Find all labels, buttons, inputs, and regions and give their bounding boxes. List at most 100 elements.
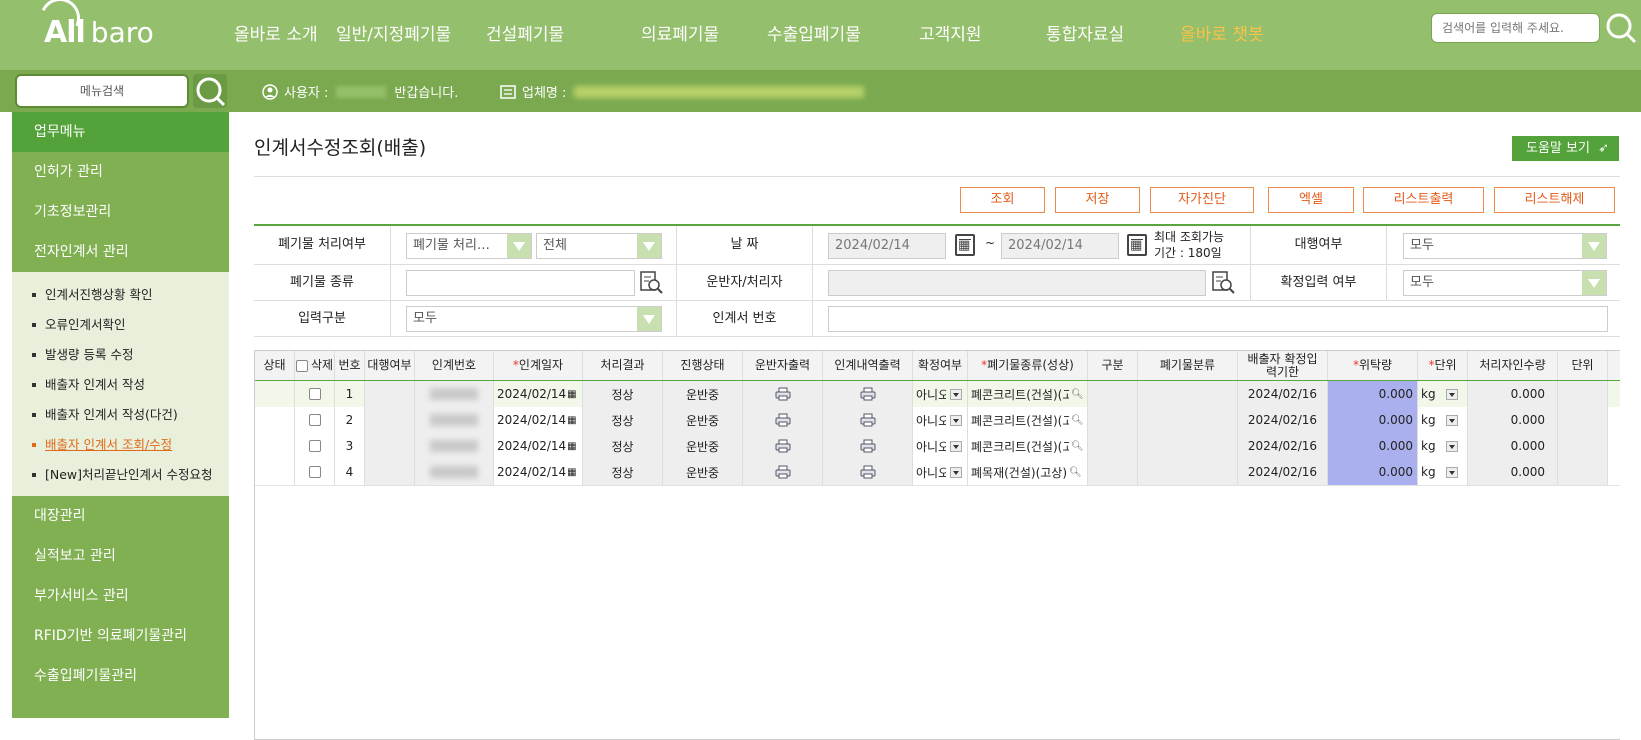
row-unit-select[interactable]: kg <box>1418 381 1468 407</box>
col-category[interactable]: 구분 <box>1088 351 1138 380</box>
row-unit-select[interactable]: kg <box>1418 433 1468 459</box>
sidebar-item-permits[interactable]: 인허가 관리 <box>12 152 229 192</box>
doc-no-input[interactable] <box>828 306 1608 332</box>
select-all-checkbox[interactable] <box>295 359 308 372</box>
col-unit[interactable]: * 단위 <box>1418 351 1468 380</box>
col-detail-print[interactable]: 인계내역출력 <box>823 351 913 380</box>
printer-icon[interactable] <box>775 465 791 479</box>
calendar-icon[interactable]: ▦ <box>567 415 576 426</box>
row-waste-kind[interactable]: 폐목재(건설)(고상) 🔍︎ <box>968 459 1088 485</box>
nav-item-customer-support[interactable]: 고객지원 <box>919 20 982 45</box>
row-status-cell[interactable] <box>255 459 295 485</box>
submenu-generation-edit[interactable]: 발생량 등록 수정 <box>12 340 229 370</box>
row-date[interactable]: 2024/02/14 ▦ <box>494 433 583 459</box>
col-delete[interactable]: 삭제 <box>295 351 335 380</box>
waste-type-lookup-icon[interactable] <box>639 270 663 294</box>
row-confirm-select[interactable]: 아니오 <box>913 433 968 459</box>
agent-select[interactable]: 모두 <box>1403 233 1607 259</box>
row-detail-print[interactable] <box>823 381 913 407</box>
row-date[interactable]: 2024/02/14 ▦ <box>494 381 583 407</box>
nav-item-general-waste[interactable]: 일반/지정폐기물 <box>336 20 451 45</box>
row-status-cell[interactable] <box>255 433 295 459</box>
sidebar-item-basic-info[interactable]: 기초정보관리 <box>12 192 229 232</box>
search-icon[interactable]: 🔍︎ <box>1071 415 1084 426</box>
printer-icon[interactable] <box>775 413 791 427</box>
col-doc-no[interactable]: 인계번호 <box>415 351 494 380</box>
row-detail-print[interactable] <box>823 459 913 485</box>
col-date[interactable]: * 인계일자 <box>494 351 583 380</box>
sidebar-item-e-handover[interactable]: 전자인계서 관리 <box>12 232 229 272</box>
col-proc-amount[interactable]: 처리자인수량 <box>1468 351 1558 380</box>
excel-button[interactable]: 엑셀 <box>1268 187 1354 213</box>
row-carrier-print[interactable] <box>743 381 823 407</box>
carrier-input[interactable] <box>828 270 1206 296</box>
calendar-icon[interactable]: ▦ <box>567 467 576 478</box>
row-delete-checkbox[interactable] <box>308 388 321 400</box>
col-waste-class[interactable]: 폐기물분류 <box>1138 351 1238 380</box>
search-icon[interactable]: 🔍︎ <box>1071 441 1084 452</box>
nav-item-chatbot[interactable]: 올바로 챗봇 <box>1180 20 1264 45</box>
row-waste-kind[interactable]: 폐콘크리트(건설)(고상)🔍︎ <box>968 407 1088 433</box>
row-delete-checkbox[interactable] <box>308 466 321 478</box>
row-delete-checkbox[interactable] <box>308 414 321 426</box>
row-doc-no[interactable] <box>415 433 494 459</box>
row-doc-no[interactable] <box>415 459 494 485</box>
row-date[interactable]: 2024/02/14 ▦ <box>494 407 583 433</box>
row-unit-select[interactable]: kg <box>1418 459 1468 485</box>
col-unit2[interactable]: 단위 <box>1558 351 1608 380</box>
col-progress[interactable]: 진행상태 <box>663 351 743 380</box>
col-amount[interactable]: * 위탁량 <box>1328 351 1418 380</box>
row-carrier-print[interactable] <box>743 433 823 459</box>
row-carrier-print[interactable] <box>743 459 823 485</box>
sidebar-item-performance-report[interactable]: 실적보고 관리 <box>12 536 229 576</box>
save-button[interactable]: 저장 <box>1055 187 1140 213</box>
processing-select[interactable]: 폐기물 처리… <box>406 233 532 259</box>
nav-item-medical-waste[interactable]: 의료폐기물 <box>641 20 719 45</box>
printer-icon[interactable] <box>775 439 791 453</box>
printer-icon[interactable] <box>775 387 791 401</box>
col-carrier-print[interactable]: 운반자출력 <box>743 351 823 380</box>
table-row[interactable]: 4 2024/02/14 ▦ 정상 운반중 아니오 폐목재(건설)(고상) 🔍︎ 2024/02… <box>255 459 1620 486</box>
table-row[interactable]: 32024/02/14▦정상운반중아니오폐콘크리트(건설)(고상)🔍︎2024/… <box>255 433 1620 460</box>
row-doc-no[interactable] <box>415 407 494 433</box>
row-amount[interactable]: 0.000 <box>1328 433 1418 459</box>
row-amount[interactable]: 0.000 <box>1328 381 1418 407</box>
search-button[interactable]: 조회 <box>960 187 1045 213</box>
row-amount[interactable]: 0.000 <box>1328 407 1418 433</box>
nav-item-about[interactable]: 올바로 소개 <box>234 20 318 45</box>
col-waste-kind[interactable]: * 폐기물종류(성상) <box>968 351 1088 380</box>
list-print-button[interactable]: 리스트출력 <box>1363 187 1484 213</box>
table-row[interactable]: 12024/02/14▦정상운반중아니오폐콘크리트(건설)(고상)🔍︎2024/… <box>255 380 1620 409</box>
row-waste-kind[interactable]: 폐콘크리트(건설)(고상)🔍︎ <box>968 381 1088 407</box>
col-deadline[interactable]: 배출자 확정입력기한 <box>1238 351 1328 380</box>
menu-search-button[interactable] <box>193 74 227 108</box>
printer-icon[interactable] <box>860 413 876 427</box>
row-unit-select[interactable]: kg <box>1418 407 1468 433</box>
printer-icon[interactable] <box>860 439 876 453</box>
nav-item-import-export-waste[interactable]: 수출입폐기물 <box>767 20 861 45</box>
submenu-progress-check[interactable]: 인계서진행상황 확인 <box>12 280 229 310</box>
global-search-icon[interactable] <box>1605 12 1637 44</box>
row-detail-print[interactable] <box>823 433 913 459</box>
processing-sub-select[interactable]: 전체 <box>536 233 662 259</box>
sidebar-item-ledger[interactable]: 대장관리 <box>12 496 229 536</box>
calendar-icon[interactable]: ▦ <box>567 441 576 452</box>
table-row[interactable]: 22024/02/14▦정상운반중아니오폐콘크리트(건설)(고상)🔍︎2024/… <box>255 407 1620 434</box>
waste-type-input[interactable] <box>406 270 635 296</box>
row-amount[interactable]: 0.000 <box>1328 459 1418 485</box>
calendar-icon[interactable] <box>955 234 975 256</box>
input-type-select[interactable]: 모두 <box>406 306 662 332</box>
sidebar-item-import-export[interactable]: 수출입폐기물관리 <box>12 656 229 696</box>
col-no[interactable]: 번호 <box>335 351 365 380</box>
row-doc-no[interactable] <box>415 381 494 407</box>
row-status-cell[interactable] <box>255 381 295 407</box>
col-agent[interactable]: 대행여부 <box>365 351 415 380</box>
row-date[interactable]: 2024/02/14 ▦ <box>494 459 583 485</box>
sidebar-item-rfid-medical[interactable]: RFID기반 의료폐기물관리 <box>12 616 229 656</box>
calendar-icon[interactable] <box>1127 234 1147 256</box>
submenu-emitter-query-edit[interactable]: 배출자 인계서 조회/수정 <box>12 430 229 460</box>
sidebar-item-extra-services[interactable]: 부가서비스 관리 <box>12 576 229 616</box>
printer-icon[interactable] <box>860 465 876 479</box>
submenu-error-check[interactable]: 오류인계서확인 <box>12 310 229 340</box>
list-release-button[interactable]: 리스트해제 <box>1494 187 1615 213</box>
